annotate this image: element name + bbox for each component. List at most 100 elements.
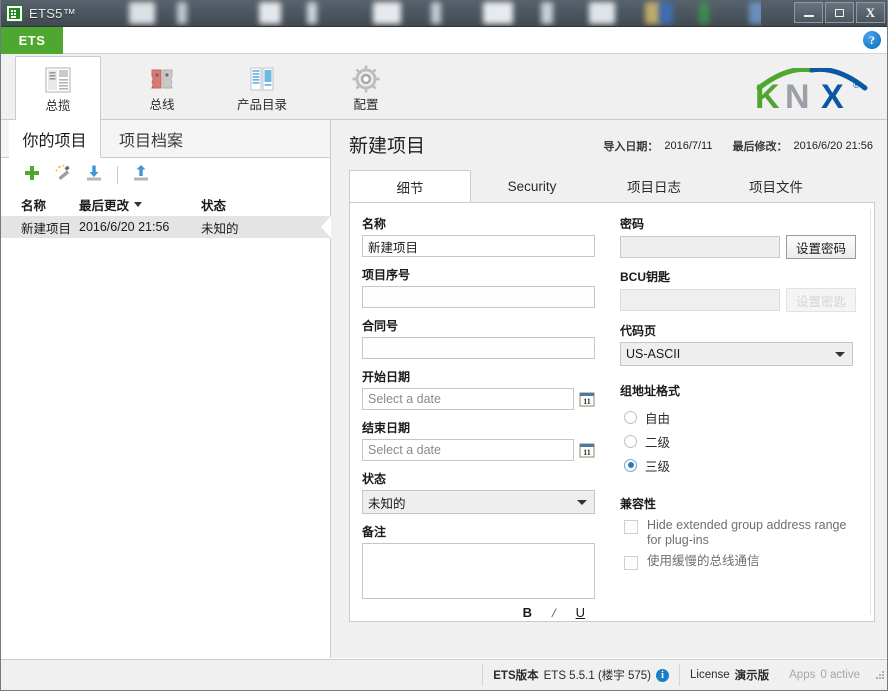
field-status: 状态 未知的 (362, 470, 612, 514)
comment-textarea[interactable] (362, 543, 595, 599)
checkbox-icon (624, 520, 638, 534)
bold-button[interactable]: B (523, 605, 532, 621)
underline-button[interactable]: U (576, 605, 585, 621)
window-title: ETS5™ (29, 6, 76, 21)
tab-project-archive-label: 项目档案 (119, 127, 183, 151)
calendar-icon[interactable]: 11 (579, 391, 595, 407)
start-date-input[interactable]: Select a date (362, 388, 574, 410)
ribbon-tab-settings[interactable]: 配置 (323, 56, 409, 120)
field-start-date: 开始日期 Select a date 11 (362, 368, 612, 410)
tab-project-archive[interactable]: 项目档案 (105, 120, 197, 158)
ribbon-tab-catalog-label: 产品目录 (237, 99, 287, 112)
svg-text:K: K (755, 78, 780, 110)
contract-number-input[interactable] (362, 337, 595, 359)
password-input[interactable] (620, 236, 780, 258)
status-license[interactable]: License 演示版 (679, 664, 779, 686)
status-version[interactable]: ETS版本 ETS 5.5.1 (楼宇 575) i (482, 664, 679, 686)
ribbon-toolbar: 总揽 总线 (1, 54, 888, 120)
status-license-label: License (690, 669, 730, 681)
tab-details-label: 细节 (397, 177, 424, 197)
tab-your-projects-label: 你的项目 (22, 127, 86, 151)
taskbar-blurred-region (111, 0, 761, 26)
status-apps[interactable]: Apps 0 active (779, 664, 870, 686)
import-down-arrow-icon (85, 164, 103, 187)
ribbon-tab-bus[interactable]: 总线 (119, 56, 205, 120)
field-name-label: 名称 (362, 215, 612, 232)
status-dropdown[interactable]: 未知的 (362, 490, 595, 514)
set-password-button[interactable]: 设置密码 (786, 235, 856, 259)
import-project-button[interactable] (83, 164, 105, 186)
tab-details[interactable]: 细节 (349, 170, 471, 202)
radio-group-address-three-level[interactable]: 三级 (620, 453, 874, 477)
ets5-application-window: ETS5™ X ETS ? (0, 0, 888, 691)
tab-your-projects[interactable]: 你的项目 (9, 120, 101, 158)
minimize-button[interactable] (794, 2, 823, 23)
field-end-date: 结束日期 Select a date 11 (362, 419, 612, 461)
details-metadata: 导入日期： 2016/7/11 最后修改： 2016/6/20 21:56 (603, 138, 873, 154)
field-group-address-format: 组地址格式 自由 二级 三级 (620, 382, 874, 477)
ets-menu-bar: ETS ? (1, 27, 888, 54)
row-modified: 2016/6/20 21:56 (79, 220, 201, 234)
calendar-icon[interactable]: 11 (579, 442, 595, 458)
overview-icon (41, 63, 75, 97)
field-start-date-label: 开始日期 (362, 368, 612, 385)
ribbon-tab-overview[interactable]: 总揽 (15, 56, 101, 120)
codepage-dropdown[interactable]: US-ASCII (620, 342, 853, 366)
field-project-number-label: 项目序号 (362, 266, 612, 283)
table-row[interactable]: 新建项目 2016/6/20 21:56 未知的 (1, 216, 331, 238)
radio-selected-icon (624, 459, 637, 472)
column-header-name[interactable]: 名称 (21, 195, 79, 214)
field-codepage-label: 代码页 (620, 322, 874, 339)
chevron-down-icon (835, 352, 845, 357)
title-bar: ETS5™ X (1, 0, 888, 27)
wizard-button[interactable] (52, 164, 74, 186)
radio-group-address-two-level[interactable]: 二级 (620, 429, 874, 453)
help-icon[interactable]: ? (863, 31, 881, 49)
status-apps-value: 0 active (820, 669, 860, 681)
project-details-panel: 新建项目 导入日期： 2016/7/11 最后修改： 2016/6/20 21:… (331, 120, 887, 658)
project-number-input[interactable] (362, 286, 595, 308)
modified-date-value: 2016/6/20 21:56 (793, 140, 873, 152)
sort-descending-icon (134, 202, 142, 207)
radio-icon (624, 411, 637, 424)
ribbon-tab-overview-label: 总揽 (45, 100, 70, 113)
building-icon (6, 5, 23, 22)
tab-security-label: Security (508, 179, 557, 194)
details-form-left-column: 名称 新建项目 项目序号 合同号 开始日期 Select a date (350, 203, 612, 621)
radio-group-address-free[interactable]: 自由 (620, 405, 874, 429)
ets-menu-button[interactable]: ETS (1, 27, 63, 54)
imported-date-label: 导入日期： (603, 138, 658, 154)
checkbox-slow-bus-communication[interactable]: 使用缓慢的总线通信 (620, 554, 874, 570)
tab-project-log[interactable]: 项目日志 (593, 170, 715, 202)
imported-date-value: 2016/7/11 (664, 140, 712, 152)
name-input[interactable]: 新建项目 (362, 235, 595, 257)
details-header: 新建项目 导入日期： 2016/7/11 最后修改： 2016/6/20 21:… (349, 130, 875, 170)
maximize-button[interactable] (825, 2, 854, 23)
field-project-number: 项目序号 (362, 266, 612, 308)
projects-toolbar (1, 158, 330, 192)
ribbon-tab-catalog[interactable]: 产品目录 (219, 56, 305, 120)
field-password-label: 密码 (620, 215, 874, 232)
radio-group-address-three-level-label: 三级 (645, 456, 670, 475)
info-icon[interactable]: i (656, 669, 669, 682)
radio-group-address-two-level-label: 二级 (645, 432, 670, 451)
field-end-date-label: 结束日期 (362, 419, 612, 436)
column-header-modified-label: 最后更改 (79, 195, 129, 214)
comment-format-toolbar: B / U (362, 605, 595, 621)
add-project-button[interactable] (21, 164, 43, 186)
close-button[interactable]: X (856, 2, 885, 23)
end-date-input[interactable]: Select a date (362, 439, 574, 461)
tab-project-files[interactable]: 项目文件 (715, 170, 837, 202)
column-header-modified[interactable]: 最后更改 (79, 195, 201, 214)
checkbox-hide-extended-group-address[interactable]: Hide extended group address range for pl… (620, 518, 874, 548)
field-contract-number-label: 合同号 (362, 317, 612, 334)
italic-button[interactable]: / (552, 605, 556, 621)
catalog-icon (245, 62, 279, 96)
knx-logo: K N X ® (753, 68, 871, 110)
status-apps-label: Apps (789, 669, 815, 681)
export-project-button[interactable] (130, 164, 152, 186)
column-header-status[interactable]: 状态 (201, 195, 281, 214)
resize-grip-icon[interactable] (874, 669, 886, 681)
tab-security[interactable]: Security (471, 170, 593, 202)
modified-date-label: 最后修改： (732, 138, 787, 154)
